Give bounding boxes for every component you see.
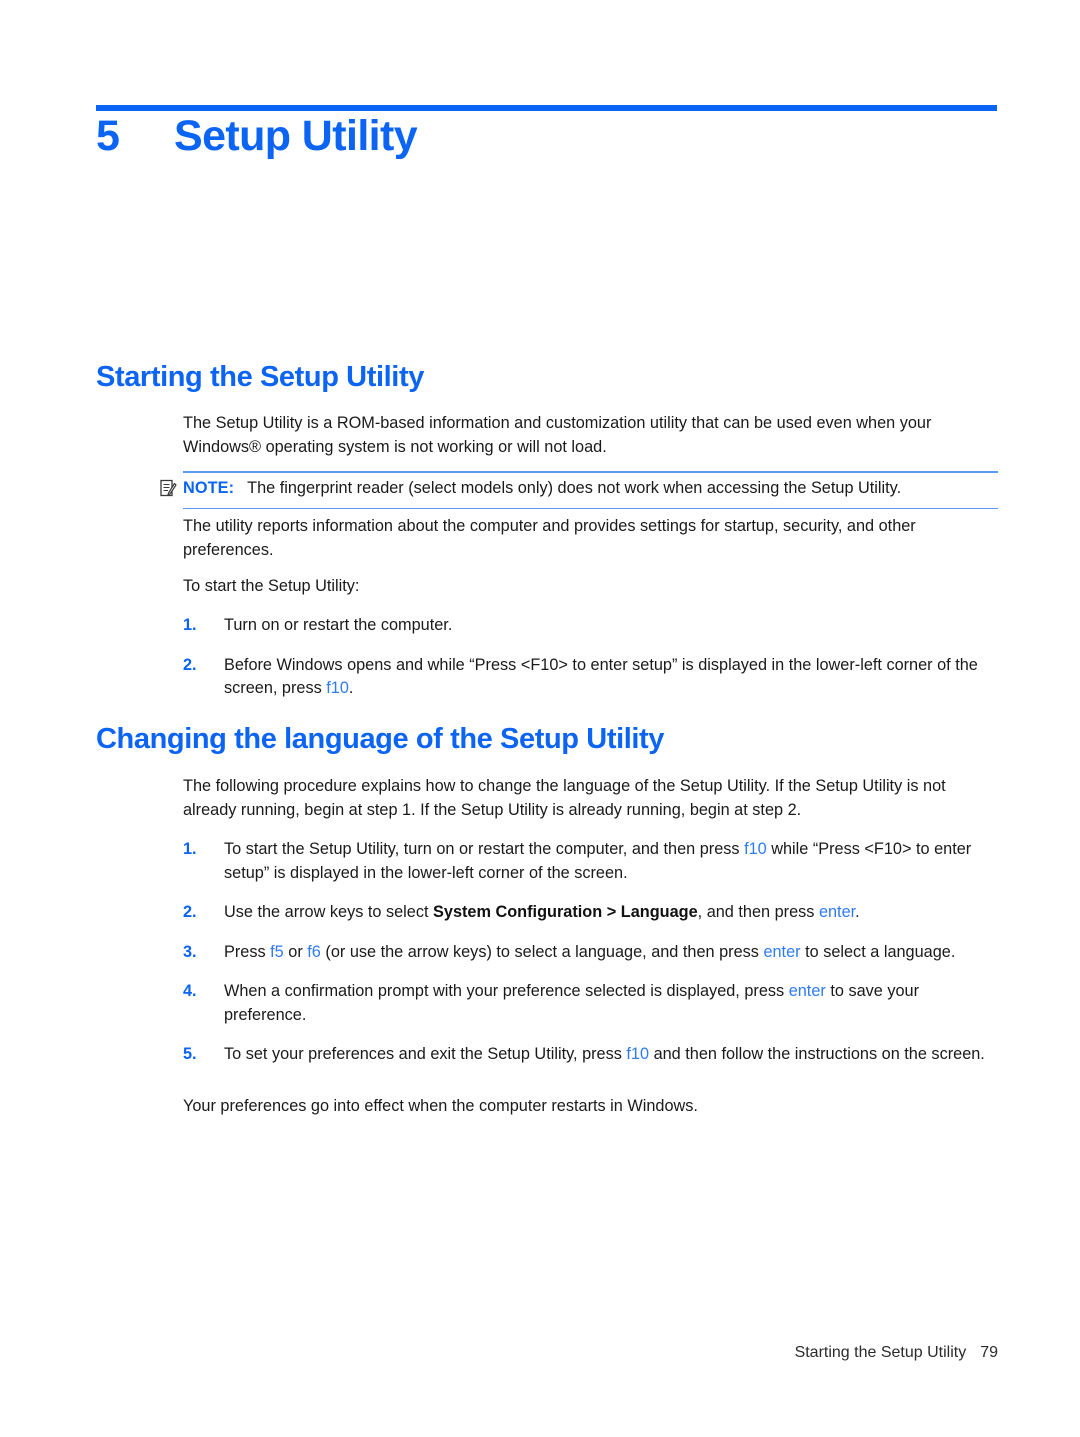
note-bottom-rule bbox=[183, 507, 998, 510]
step-text-pre: Turn on or restart the computer. bbox=[224, 616, 453, 634]
step-text: To start the Setup Utility, turn on or r… bbox=[224, 838, 998, 885]
step-number: 1. bbox=[183, 616, 197, 634]
step-seg4: to select a language. bbox=[800, 942, 956, 961]
key-reference-f10: f10 bbox=[626, 1045, 650, 1063]
list-item: 5. To set your preferences and exit the … bbox=[183, 1043, 998, 1067]
section1-reports-line1: The utility reports information about th… bbox=[183, 517, 916, 535]
section1-intro-line2: Windows® operating system is not working… bbox=[183, 437, 607, 456]
step-seg1: To start the Setup Utility, turn on or r… bbox=[224, 840, 745, 858]
list-item: 3. Press f5 or f6 (or use the arrow keys… bbox=[183, 941, 998, 965]
chapter-divider-rule bbox=[96, 105, 997, 111]
section1-steps-list: 1. Turn on or restart the computer. 2. B… bbox=[183, 614, 998, 717]
section1-reports-line2: preferences. bbox=[183, 540, 274, 559]
footer-section-title: Starting the Setup Utility bbox=[794, 1344, 967, 1361]
note-pencil-icon bbox=[160, 477, 183, 503]
list-item: 1. To start the Setup Utility, turn on o… bbox=[183, 838, 998, 885]
step-text: Use the arrow keys to select System Conf… bbox=[224, 901, 998, 925]
key-reference-f5: f5 bbox=[270, 942, 284, 961]
key-reference-enter: enter bbox=[818, 903, 856, 921]
list-item: 4. When a confirmation prompt with your … bbox=[183, 980, 998, 1027]
key-reference-f10: f10 bbox=[744, 840, 767, 858]
step-text: Before Windows opens and while “Press <F… bbox=[224, 654, 998, 701]
step-text-post: . bbox=[348, 679, 354, 697]
step-text: Turn on or restart the computer. bbox=[224, 614, 998, 638]
note-text-wrapper: NOTE: The fingerprint reader (select mode… bbox=[183, 477, 901, 501]
step-seg3: . bbox=[855, 903, 860, 921]
step-text: To set your preferences and exit the Set… bbox=[224, 1043, 998, 1067]
list-item: 1. Turn on or restart the computer. bbox=[183, 614, 998, 638]
step-seg3: and then follow the instructions on the … bbox=[649, 1045, 985, 1063]
chapter-heading: 5 Setup Utility bbox=[96, 112, 1001, 161]
step-number: 4. bbox=[183, 982, 197, 1000]
step-number: 2. bbox=[183, 655, 197, 674]
list-item: 2. Before Windows opens and while “Press… bbox=[183, 654, 998, 701]
step-number: 2. bbox=[183, 903, 197, 921]
section-heading-changing-language: Changing the language of the Setup Utili… bbox=[96, 723, 665, 755]
list-item: 2. Use the arrow keys to select System C… bbox=[183, 901, 998, 925]
note-callout: NOTE: The fingerprint reader (select mode… bbox=[160, 471, 998, 510]
footer-page-number: 79 bbox=[980, 1344, 998, 1361]
chapter-title: Setup Utility bbox=[174, 112, 418, 160]
step-seg3: (or use the arrow keys) to select a lang… bbox=[320, 942, 764, 961]
key-reference-enter: enter bbox=[788, 982, 826, 1000]
section2-intro-line1: The following procedure explains how to … bbox=[183, 777, 919, 795]
section1-lead-in: To start the Setup Utility: bbox=[183, 577, 360, 595]
step-seg1: To set your preferences and exit the Set… bbox=[224, 1045, 627, 1063]
step-seg1: Use the arrow keys to select bbox=[224, 903, 434, 921]
menu-path-emphasis: System Configuration > Language bbox=[433, 903, 698, 921]
section1-utility-reports-paragraph: The utility reports information about th… bbox=[183, 515, 998, 562]
section1-intro-paragraph: The Setup Utility is a ROM-based informa… bbox=[183, 412, 998, 459]
step-seg1: Press bbox=[224, 942, 271, 961]
section-heading-starting-setup-utility: Starting the Setup Utility bbox=[96, 361, 424, 393]
step-seg1: When a confirmation prompt with your pre… bbox=[224, 982, 789, 1000]
key-reference-enter: enter bbox=[763, 942, 801, 961]
note-label: NOTE: bbox=[183, 478, 235, 497]
section2-closing-paragraph: Your preferences go into effect when the… bbox=[183, 1097, 698, 1115]
chapter-number: 5 bbox=[96, 112, 120, 160]
step-number: 3. bbox=[183, 942, 197, 961]
step-text: When a confirmation prompt with your pre… bbox=[224, 980, 998, 1027]
key-reference-f10: f10 bbox=[326, 679, 349, 697]
page-footer: Starting the Setup Utility 79 bbox=[795, 1344, 998, 1362]
step-number: 5. bbox=[183, 1045, 197, 1063]
step-number: 1. bbox=[183, 840, 197, 858]
key-reference-f6: f6 bbox=[307, 942, 321, 961]
section1-intro-line1: The Setup Utility is a ROM-based informa… bbox=[183, 414, 932, 432]
step-text: Press f5 or f6 (or use the arrow keys) t… bbox=[224, 941, 998, 965]
section2-intro-paragraph: The following procedure explains how to … bbox=[183, 775, 998, 822]
document-page: 5 Setup Utility Starting the Setup Utili… bbox=[0, 0, 1080, 1437]
section2-steps-list: 1. To start the Setup Utility, turn on o… bbox=[183, 838, 998, 1083]
note-message: The fingerprint reader (select models on… bbox=[247, 478, 902, 497]
note-body: NOTE: The fingerprint reader (select mode… bbox=[160, 473, 998, 508]
step-seg2: or bbox=[283, 942, 308, 961]
step-seg2: , and then press bbox=[697, 903, 819, 921]
